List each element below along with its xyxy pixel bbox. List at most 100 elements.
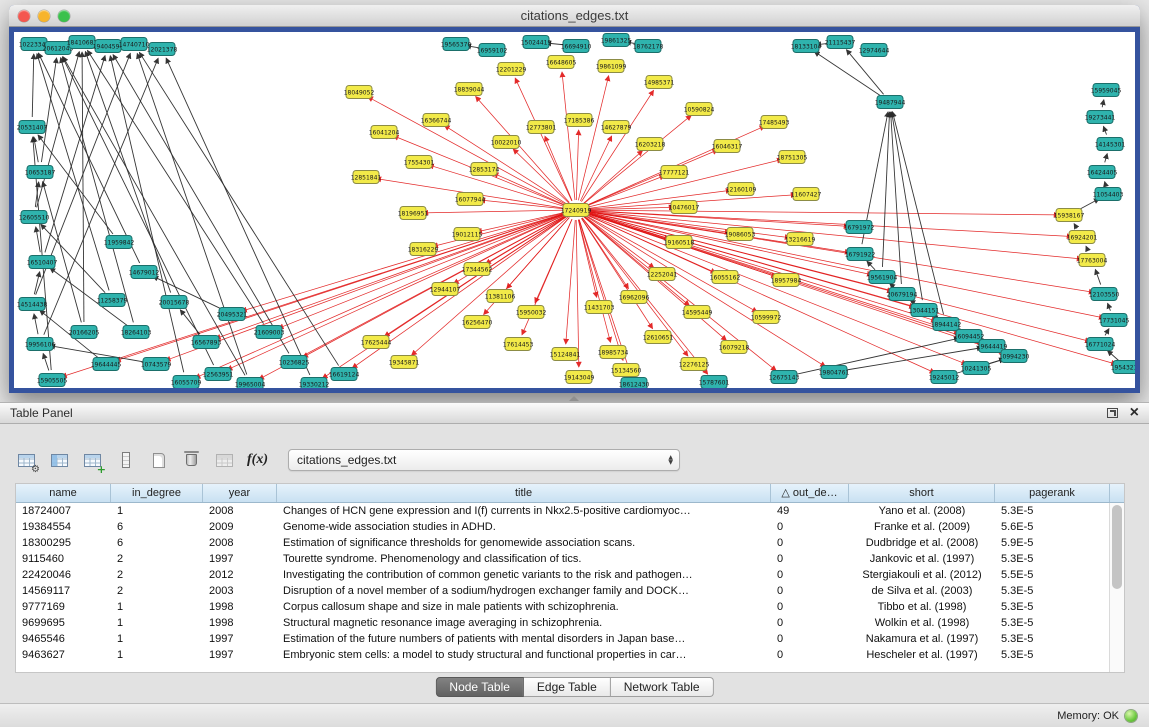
- graph-node[interactable]: 11607427: [791, 188, 822, 201]
- create-column-button[interactable]: +: [78, 447, 107, 474]
- graph-node[interactable]: 18049052: [344, 86, 375, 99]
- graph-node[interactable]: 16055709: [171, 376, 202, 389]
- graph-node[interactable]: 17763004: [1077, 254, 1108, 267]
- graph-node[interactable]: 16256470: [462, 316, 493, 329]
- graph-node[interactable]: 17240919: [561, 204, 592, 217]
- import-table-button[interactable]: [210, 447, 239, 474]
- graph-node[interactable]: 20166205: [69, 326, 100, 339]
- graph-node[interactable]: 16962096: [619, 291, 650, 304]
- graph-node[interactable]: 16366744: [421, 114, 452, 127]
- graph-node[interactable]: 18264103: [121, 326, 152, 339]
- graph-node[interactable]: 13044151: [909, 304, 940, 317]
- graph-node[interactable]: 20531407: [17, 121, 48, 134]
- graph-node[interactable]: 14145301: [1095, 138, 1126, 151]
- graph-node[interactable]: 12201229: [496, 63, 527, 76]
- graph-node[interactable]: 11258379: [97, 294, 128, 307]
- graph-node[interactable]: 11431703: [584, 301, 615, 314]
- graph-node[interactable]: 15959045: [1091, 84, 1122, 97]
- graph-node[interactable]: 17625444: [361, 336, 392, 349]
- graph-node[interactable]: 17777121: [659, 166, 690, 179]
- graph-node[interactable]: 14595449: [682, 306, 713, 319]
- graph-node[interactable]: 20495321: [217, 308, 248, 321]
- table-row[interactable]: 2242004622012Investigating the contribut…: [16, 567, 1124, 583]
- graph-node[interactable]: 18316229: [408, 243, 439, 256]
- graph-node[interactable]: 16619124: [329, 368, 360, 381]
- graph-node[interactable]: 19245012: [929, 371, 960, 384]
- column-header-year[interactable]: year: [203, 484, 277, 502]
- graph-node[interactable]: 19804761: [819, 366, 850, 379]
- graph-node[interactable]: 16791922: [845, 248, 876, 261]
- table-row[interactable]: 1830029562008Estimation of significance …: [16, 535, 1124, 551]
- zoom-window-button[interactable]: [58, 10, 70, 22]
- graph-node[interactable]: 16959102: [477, 44, 508, 57]
- graph-node[interactable]: 10599972: [751, 311, 782, 324]
- graph-node[interactable]: 19543210: [1111, 361, 1135, 374]
- table-row[interactable]: 946554611997Estimation of the future num…: [16, 631, 1124, 647]
- column-header-in_degree[interactable]: in_degree: [111, 484, 203, 502]
- graph-node[interactable]: 19086053: [725, 228, 756, 241]
- graph-node[interactable]: 10476017: [669, 201, 700, 214]
- graph-node[interactable]: 10994230: [999, 350, 1030, 363]
- graph-node[interactable]: 12252041: [647, 268, 678, 281]
- graph-node[interactable]: 17185386: [564, 114, 595, 127]
- minimize-window-button[interactable]: [38, 10, 50, 22]
- graph-node[interactable]: 19965004: [235, 378, 266, 389]
- graph-node[interactable]: 19345871: [389, 356, 420, 369]
- graph-node[interactable]: 12610651: [643, 331, 674, 344]
- graph-node[interactable]: 20015678: [159, 296, 190, 309]
- delete-columns-button[interactable]: [111, 447, 140, 474]
- graph-node[interactable]: 15024419: [521, 36, 552, 49]
- table-row[interactable]: 1872400712008Changes of HCN gene express…: [16, 503, 1124, 519]
- table-row[interactable]: 969969511998Structural magnetic resonanc…: [16, 615, 1124, 631]
- graph-node[interactable]: 18196951: [398, 207, 429, 220]
- graph-node[interactable]: 10743579: [141, 358, 172, 371]
- graph-node[interactable]: 17614453: [503, 338, 534, 351]
- table-row[interactable]: 1938455462009Genome-wide association stu…: [16, 519, 1124, 535]
- graph-node[interactable]: 14514438: [17, 298, 48, 311]
- tab-network-table[interactable]: Network Table: [611, 677, 714, 697]
- graph-node[interactable]: 19956106: [25, 338, 56, 351]
- graph-node[interactable]: 19565370: [441, 38, 472, 51]
- graph-node[interactable]: 16694910: [561, 40, 592, 53]
- table-row[interactable]: 911546021997Tourette syndrome. Phenomeno…: [16, 551, 1124, 567]
- graph-node[interactable]: 10022010: [491, 136, 522, 149]
- table-source-select[interactable]: citations_edges.txt ▲▼: [288, 449, 680, 471]
- function-builder-button[interactable]: f(x): [243, 447, 272, 474]
- graph-node[interactable]: 12974644: [859, 44, 890, 57]
- graph-node[interactable]: 20679194: [887, 288, 918, 301]
- graph-node[interactable]: 17344562: [462, 263, 493, 276]
- graph-node[interactable]: 15950032: [516, 306, 547, 319]
- graph-node[interactable]: 12853174: [469, 163, 500, 176]
- graph-node[interactable]: 19330212: [299, 378, 330, 389]
- graph-node[interactable]: 18133104: [791, 40, 822, 53]
- graph-node[interactable]: 19561904: [867, 271, 898, 284]
- graph-node[interactable]: 15787601: [699, 376, 730, 389]
- column-header-out_de[interactable]: △ out_de…: [771, 484, 849, 502]
- graph-node[interactable]: 14679012: [129, 266, 160, 279]
- graph-node[interactable]: 14740710: [119, 38, 150, 51]
- graph-node[interactable]: 19861099: [596, 60, 627, 73]
- graph-node[interactable]: 18762178: [633, 40, 664, 53]
- graph-node[interactable]: 12675143: [769, 371, 800, 384]
- graph-node[interactable]: 16771024: [1085, 338, 1116, 351]
- graph-node[interactable]: 18944142: [931, 318, 962, 331]
- graph-node[interactable]: 12160109: [726, 183, 757, 196]
- graph-node[interactable]: 12103550: [1089, 288, 1120, 301]
- graph-node[interactable]: 10653187: [25, 166, 56, 179]
- splitter-handle[interactable]: [562, 394, 586, 401]
- graph-node[interactable]: 18957984: [771, 274, 802, 287]
- window-titlebar[interactable]: citations_edges.txt: [9, 5, 1140, 27]
- graph-node[interactable]: 21115437: [825, 36, 856, 49]
- graph-node[interactable]: 19861325: [601, 34, 632, 47]
- graph-node[interactable]: 19644445: [91, 358, 122, 371]
- graph-node[interactable]: 16791972: [844, 221, 875, 234]
- graph-node[interactable]: 19012115: [452, 228, 483, 241]
- table-mode-button[interactable]: ⚙: [12, 447, 41, 474]
- graph-node[interactable]: 19273441: [1085, 111, 1116, 124]
- graph-node[interactable]: 10236825: [279, 356, 310, 369]
- graph-node[interactable]: 12851841: [351, 171, 382, 184]
- float-panel-icon[interactable]: [1107, 408, 1118, 418]
- column-header-name[interactable]: name: [16, 484, 111, 502]
- scrollbar-thumb[interactable]: [1112, 505, 1122, 589]
- close-window-button[interactable]: [18, 10, 30, 22]
